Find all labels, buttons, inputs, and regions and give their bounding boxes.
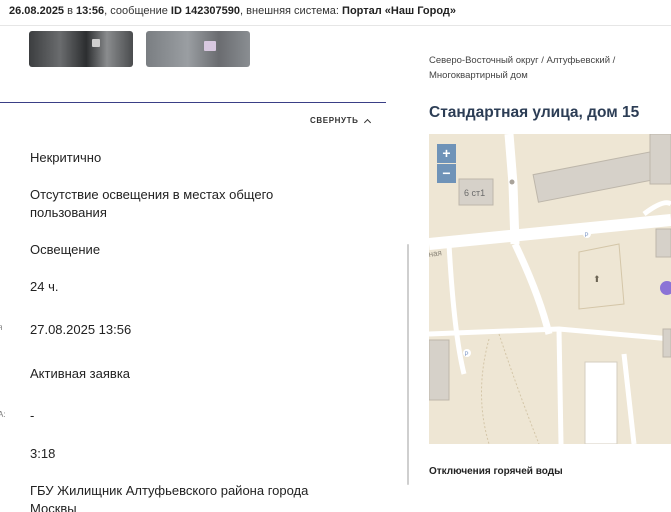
cut-label: я [0, 323, 3, 332]
photo-detail [204, 41, 216, 51]
zoom-in-button[interactable]: + [437, 144, 456, 163]
detail-empty-value: - [30, 408, 35, 423]
detail-organization: ГБУ Жилищник Алтуфьевского района города… [30, 483, 309, 512]
map-landmark-icon: ⬆ [593, 275, 601, 285]
header-message-id: ID 142307590 [170, 5, 241, 17]
map-building [649, 134, 671, 185]
map-building [584, 361, 618, 444]
header-date: 26.08.2025 [9, 5, 65, 17]
collapse-button[interactable]: СВЕРНУТЬ [310, 116, 372, 126]
header-system-name: Портал «Наш Город» [342, 5, 456, 17]
header-time: 13:56 [76, 5, 105, 17]
section-divider [0, 102, 386, 103]
detail-time: 3:18 [30, 446, 56, 461]
header-message-prefix: сообщение [110, 5, 168, 17]
map-building [655, 228, 671, 258]
header-system-prefix: внешняя система: [246, 5, 339, 17]
cut-label: А: [0, 410, 6, 419]
parking-icon-label: P [585, 233, 589, 239]
map-poi [509, 179, 515, 185]
address-title: Стандартная улица, дом 15 [429, 104, 640, 121]
chevron-up-icon [364, 118, 372, 126]
request-details-panel: СВЕРНУТЬ Некритично Отсутствие освещения… [0, 27, 412, 512]
hot-water-outage-title: Отключения горячей воды [429, 466, 563, 477]
map-street-label: ная [429, 248, 442, 259]
detail-deadline-hours: 24 ч. [30, 279, 59, 294]
zoom-out-button[interactable]: − [437, 164, 456, 183]
scrollbar[interactable] [407, 244, 409, 485]
parking-icon-label: P [465, 352, 469, 358]
map-building [662, 328, 671, 358]
location-panel: Северо-Восточный округ / Алтуфьевский / … [413, 27, 671, 512]
detail-priority: Некритично [30, 150, 102, 165]
detail-status: Активная заявка [30, 366, 131, 381]
map[interactable]: 6 ст1 ⬆ ная P P + − [429, 134, 671, 444]
header-time-prefix: в [67, 5, 73, 17]
map-road [556, 328, 564, 444]
detail-category: Освещение [30, 242, 101, 257]
photo-detail [92, 39, 100, 47]
collapse-label: СВЕРНУТЬ [310, 116, 359, 125]
message-header-text: 26.08.2025 в 13:56, сообщение ID 1423075… [9, 5, 456, 17]
map-canvas: 6 ст1 ⬆ ная P P [429, 134, 671, 444]
photo-thumbnail-2[interactable] [146, 31, 250, 67]
message-header: 26.08.2025 в 13:56, сообщение ID 1423075… [0, 0, 671, 26]
photo-thumbnail-1[interactable] [29, 31, 133, 67]
map-building-label: 6 ст1 [464, 188, 485, 198]
detail-problem: Отсутствие освещения в местах общего пол… [30, 187, 274, 220]
breadcrumb: Северо-Восточный округ / Алтуфьевский / … [429, 55, 616, 81]
detail-deadline-date: 27.08.2025 13:56 [30, 322, 132, 337]
map-building [429, 339, 450, 401]
